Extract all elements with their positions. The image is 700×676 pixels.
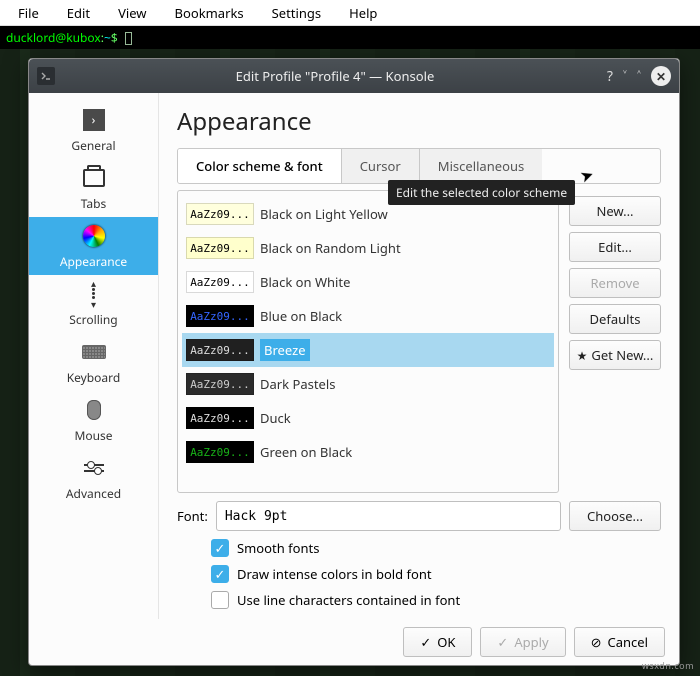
sidebar-item-label: Tabs [81, 195, 107, 212]
edit-profile-dialog: Edit Profile "Profile 4" — Konsole ? ˅ ˄… [28, 58, 680, 666]
page-title: Appearance [177, 105, 661, 138]
scheme-preview: AaZz09... [186, 339, 254, 361]
scheme-name: Blue on Black [260, 307, 342, 325]
edit-tooltip: Edit the selected color scheme [388, 180, 575, 205]
terminal-cursor [125, 32, 132, 45]
keyboard-icon [82, 345, 106, 359]
scheme-name: Black on Light Yellow [260, 205, 388, 223]
scheme-name: Green on Black [260, 443, 352, 461]
get-new-button[interactable]: ★Get New... [569, 340, 661, 370]
edit-button[interactable]: Edit... [569, 232, 661, 262]
close-icon[interactable]: ✕ [651, 66, 671, 86]
new-button[interactable]: New... [569, 196, 661, 226]
font-label: Font: [177, 507, 208, 525]
menubar: File Edit View Bookmarks Settings Help [0, 0, 700, 26]
sidebar-item-label: General [71, 137, 115, 154]
bold-intense-checkbox[interactable]: Draw intense colors in bold font [211, 565, 661, 583]
sidebar-item-label: Advanced [66, 485, 121, 502]
color-scheme-row[interactable]: AaZz09... Blue on Black [182, 299, 554, 333]
watermark: wsxdn.com [642, 659, 694, 672]
ok-button[interactable]: ✓OK [403, 627, 472, 657]
tab-miscellaneous[interactable]: Miscellaneous [420, 149, 542, 183]
terminal-prompt[interactable]: ducklord@kubox:~$ [0, 26, 700, 49]
window-controls: ? ˅ ˄ ✕ [607, 66, 671, 86]
smooth-fonts-checkbox[interactable]: Smooth fonts [211, 539, 661, 557]
sidebar-item-label: Scrolling [69, 311, 117, 328]
scheme-name: Duck [260, 409, 291, 427]
sidebar-item-tabs[interactable]: Tabs [29, 159, 158, 217]
apply-button[interactable]: ✓Apply [480, 627, 565, 657]
color-scheme-row[interactable]: AaZz09... Black on Random Light [182, 231, 554, 265]
menu-file[interactable]: File [4, 0, 53, 26]
color-scheme-row[interactable]: AaZz09... Green on Black [182, 435, 554, 469]
folder-icon [83, 169, 105, 187]
sidebar-item-appearance[interactable]: Appearance [29, 217, 158, 275]
sidebar-item-general[interactable]: › General [29, 101, 158, 159]
scheme-preview: AaZz09... [186, 441, 254, 463]
mouse-icon [87, 400, 101, 420]
minimize-icon[interactable]: ˅ [623, 67, 627, 86]
scheme-preview: AaZz09... [186, 203, 254, 225]
sidebar-item-label: Appearance [60, 253, 127, 270]
color-wheel-icon [83, 225, 105, 247]
defaults-button[interactable]: Defaults [569, 304, 661, 334]
chevron-right-icon: › [83, 109, 105, 131]
star-icon: ★ [577, 347, 588, 364]
scheme-name: Dark Pastels [260, 375, 335, 393]
font-field[interactable]: Hack 9pt [216, 501, 561, 531]
menu-help[interactable]: Help [335, 0, 391, 26]
titlebar[interactable]: Edit Profile "Profile 4" — Konsole ? ˅ ˄… [29, 59, 679, 93]
scheme-preview: AaZz09... [186, 271, 254, 293]
choose-font-button[interactable]: Choose... [569, 501, 661, 531]
menu-settings[interactable]: Settings [258, 0, 335, 26]
color-scheme-row[interactable]: AaZz09... Breeze [182, 333, 554, 367]
tab-cursor[interactable]: Cursor [342, 149, 420, 183]
scheme-preview: AaZz09... [186, 373, 254, 395]
scheme-name: Breeze [260, 339, 310, 361]
remove-button[interactable]: Remove [569, 268, 661, 298]
check-icon: ✓ [420, 633, 431, 651]
prompt-user-host: ducklord@kubox [6, 29, 101, 46]
color-scheme-row[interactable]: AaZz09... Duck [182, 401, 554, 435]
cancel-icon: ⊘ [591, 633, 602, 651]
color-scheme-row[interactable]: AaZz09... Black on White [182, 265, 554, 299]
scheme-name: Black on Random Light [260, 239, 401, 257]
help-icon[interactable]: ? [607, 67, 613, 86]
check-icon: ✓ [497, 633, 508, 651]
sidebar-item-keyboard[interactable]: Keyboard [29, 333, 158, 391]
checkbox-icon [211, 539, 229, 557]
color-scheme-row[interactable]: AaZz09... Dark Pastels [182, 367, 554, 401]
dialog-button-row: ✓OK ✓Apply ⊘Cancel [29, 619, 679, 665]
maximize-icon[interactable]: ˄ [637, 67, 641, 86]
line-chars-checkbox[interactable]: Use line characters contained in font [211, 591, 661, 609]
checkbox-icon [211, 565, 229, 583]
terminal-icon [37, 67, 55, 85]
menu-bookmarks[interactable]: Bookmarks [161, 0, 258, 26]
tab-color-scheme-font[interactable]: Color scheme & font [178, 149, 342, 183]
sidebar-item-advanced[interactable]: Advanced [29, 449, 158, 507]
cancel-button[interactable]: ⊘Cancel [574, 627, 665, 657]
menu-edit[interactable]: Edit [53, 0, 104, 26]
sidebar-item-mouse[interactable]: Mouse [29, 391, 158, 449]
checkbox-icon [211, 591, 229, 609]
category-sidebar: › General Tabs Appearance ▴▾ Scrolling K… [29, 93, 159, 619]
sidebar-item-label: Keyboard [67, 369, 121, 386]
scheme-preview: AaZz09... [186, 237, 254, 259]
scheme-preview: AaZz09... [186, 407, 254, 429]
color-scheme-list[interactable]: AaZz09... Black on Light Yellow AaZz09... B… [177, 190, 559, 493]
scheme-name: Black on White [260, 273, 350, 291]
sliders-icon [84, 464, 104, 472]
sidebar-item-scrolling[interactable]: ▴▾ Scrolling [29, 275, 158, 333]
menu-view[interactable]: View [104, 0, 160, 26]
scheme-preview: AaZz09... [186, 305, 254, 327]
scroll-icon: ▴▾ [91, 279, 96, 308]
sidebar-item-label: Mouse [74, 427, 112, 444]
prompt-path: ~ [104, 29, 111, 46]
dialog-title: Edit Profile "Profile 4" — Konsole [63, 67, 607, 85]
